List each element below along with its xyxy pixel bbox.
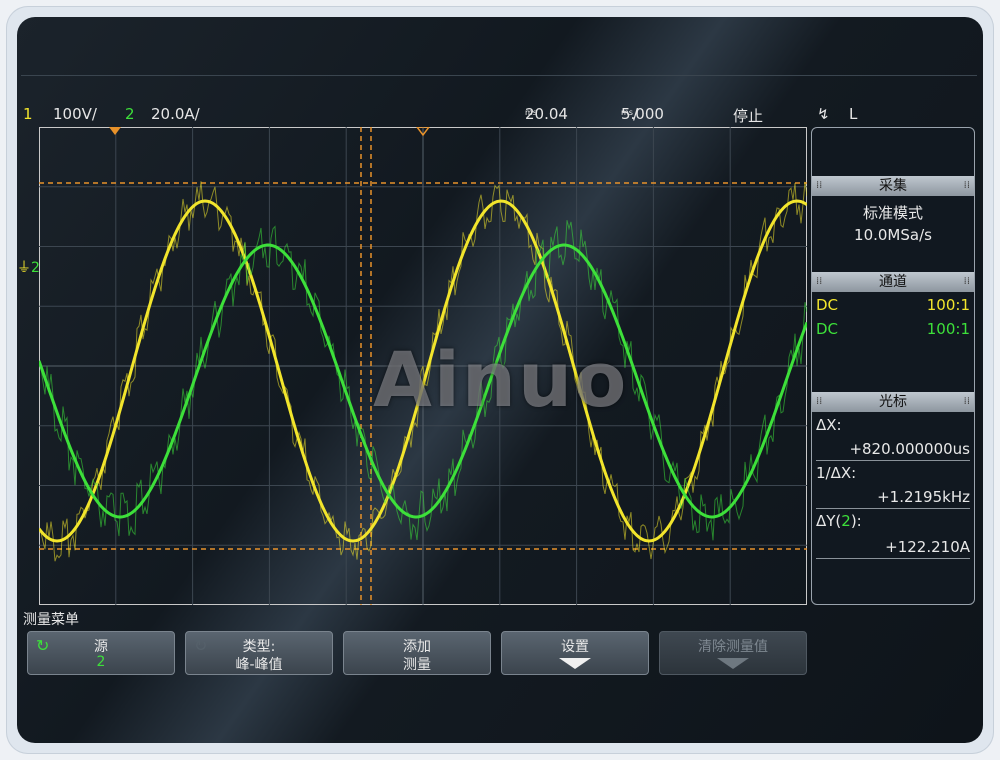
type-button[interactable]: ↻ 类型: 峰-峰值	[185, 631, 333, 675]
clear-label: 清除测量值	[698, 639, 768, 655]
dy-label: ΔY(2):	[816, 512, 862, 530]
menu-title: 测量菜单	[23, 612, 79, 628]
settings-label: 设置	[561, 639, 589, 655]
ch1-number: 1	[23, 105, 33, 123]
channel-1-probe: 100:1	[926, 296, 970, 314]
clear-arrow	[660, 654, 806, 673]
time-scale[interactable]: 5.000 ms/	[621, 105, 664, 123]
dy-label-suffix: ):	[850, 512, 862, 530]
inv-dx-label: 1/ΔX:	[816, 464, 857, 482]
scope-screen: 1 100V/ 2 20.0A/ 20.04 ms 5.000 ms/ 停止 ↯ L…	[17, 17, 983, 743]
source-value: 2	[96, 654, 106, 670]
dx-divider	[816, 460, 970, 461]
dy-label-channel: 2	[841, 512, 851, 530]
inv-dx-divider	[816, 508, 970, 509]
settings-arrow	[502, 654, 648, 673]
source-label: 源	[94, 639, 108, 655]
dy-value: +122.210A	[885, 538, 970, 556]
settings-button[interactable]: 设置	[501, 631, 649, 675]
arrow-down-icon	[717, 658, 749, 669]
horizontal-position[interactable]: 20.04 ms	[525, 105, 568, 123]
acq-mode: 标准模式	[862, 204, 923, 222]
run-state: 停止	[733, 107, 764, 125]
horiz-unit-icon: ms	[525, 108, 537, 117]
dx-label: ΔX:	[816, 416, 842, 434]
ch2-ground-label: 2	[31, 260, 40, 276]
cursor-header: 光标	[812, 392, 974, 412]
trigger-source: L	[849, 105, 858, 123]
source-button[interactable]: ↻ 源 2	[27, 631, 175, 675]
dy-divider	[816, 558, 970, 559]
time-unit-icon: ms	[621, 108, 633, 117]
channel-row-2: DC 100:1	[816, 320, 970, 340]
dy-label-prefix: ΔY(	[816, 512, 842, 530]
sidebar: 采集 标准模式 10.0MSa/s 通道 DC 100:1 DC 100:1 光…	[811, 127, 975, 605]
status-bar: 1 100V/ 2 20.0A/ 20.04 ms 5.000 ms/ 停止 ↯ L	[17, 105, 983, 127]
inv-dx-value: +1.2195kHz	[877, 488, 970, 506]
add-measurement-button[interactable]: 添加 测量	[343, 631, 491, 675]
ground-icon: ⏚	[17, 260, 31, 276]
add-label: 添加	[403, 639, 431, 655]
top-blank-bar	[21, 75, 977, 104]
add-label-2: 测量	[403, 657, 431, 673]
acq-header: 采集	[812, 176, 974, 196]
acq-rate: 10.0MSa/s	[854, 226, 932, 244]
ch2-scale[interactable]: 20.0A/	[151, 105, 200, 123]
channel-2-coupling: DC	[816, 320, 839, 338]
type-value: 峰-峰值	[235, 657, 283, 673]
arrow-down-icon	[559, 658, 591, 669]
ch2-number: 2	[125, 105, 135, 123]
channel-1-coupling: DC	[816, 296, 839, 314]
dx-value: +820.000000us	[849, 440, 970, 458]
ch1-scale[interactable]: 100V/	[53, 105, 97, 123]
top-area	[17, 17, 983, 103]
ch2-ground-marker: ⏚2	[17, 257, 40, 277]
clear-measurements-button[interactable]: 清除测量值	[659, 631, 807, 675]
trigger-edge-icon: ↯	[817, 105, 830, 123]
trigger-position-marker	[109, 127, 121, 135]
channel-header: 通道	[812, 272, 974, 292]
channel-2-probe: 100:1	[926, 320, 970, 338]
channel-row-1: DC 100:1	[816, 296, 970, 316]
watermark-text: Ainuo	[373, 335, 629, 424]
type-label: 类型:	[242, 639, 276, 655]
